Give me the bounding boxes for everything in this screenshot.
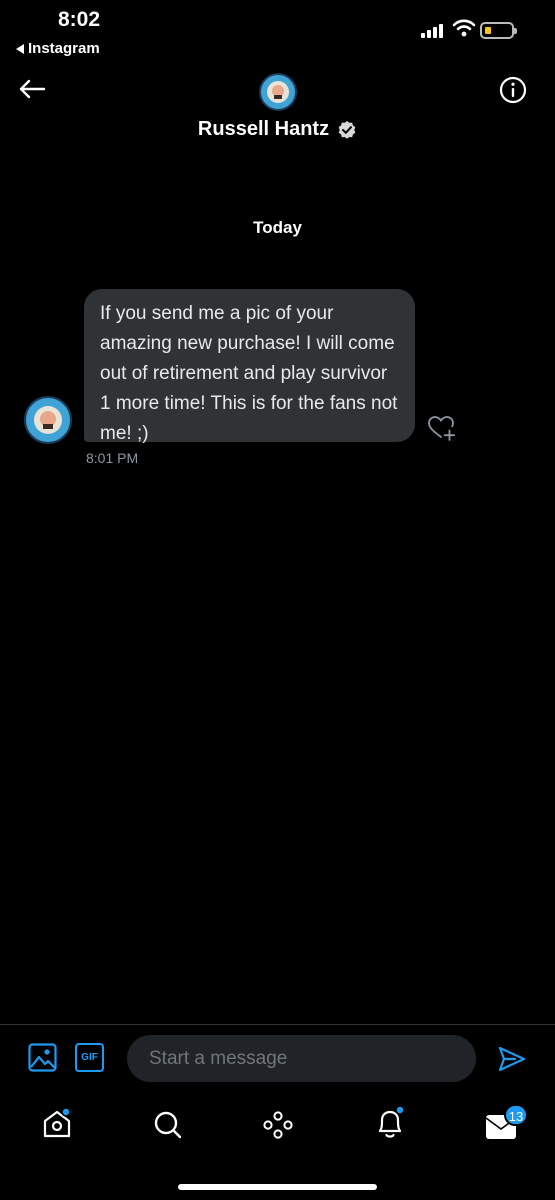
search-icon[interactable] xyxy=(153,1110,183,1140)
spaces-icon[interactable] xyxy=(262,1110,294,1140)
info-icon[interactable] xyxy=(499,76,527,104)
battery-icon xyxy=(480,22,517,39)
notifications-bell-icon[interactable] xyxy=(374,1106,406,1140)
notification-dot xyxy=(395,1106,405,1115)
gif-button[interactable]: GIF xyxy=(75,1043,104,1072)
messages-badge: 13 xyxy=(504,1104,528,1126)
cellular-signal-icon xyxy=(421,22,443,38)
add-reaction-heart-icon[interactable] xyxy=(427,414,457,442)
contact-name: Russell Hantz xyxy=(197,118,330,140)
message-bubble[interactable]: If you send me a pic of your amazing new… xyxy=(84,289,415,444)
back-to-app-link[interactable]: Instagram xyxy=(16,40,100,57)
header-avatar[interactable] xyxy=(259,73,297,111)
status-time: 8:02 xyxy=(58,8,101,31)
back-arrow-icon[interactable] xyxy=(18,78,46,100)
avatar-face-icon xyxy=(34,406,62,434)
home-notification-dot xyxy=(61,1108,71,1117)
conversation-title[interactable]: Russell Hantz xyxy=(0,118,555,141)
composer-divider xyxy=(0,1024,555,1025)
message-input-placeholder: Start a message xyxy=(149,1047,288,1069)
back-triangle-icon xyxy=(16,43,24,54)
message-input[interactable]: Start a message xyxy=(127,1035,476,1082)
wifi-icon xyxy=(452,19,476,37)
back-app-label: Instagram xyxy=(28,40,100,57)
message-timestamp: 8:01 PM xyxy=(86,450,139,466)
date-divider: Today xyxy=(253,218,302,237)
avatar-face-icon xyxy=(267,81,289,103)
send-icon[interactable] xyxy=(497,1045,527,1073)
verified-badge-icon xyxy=(338,120,356,139)
home-icon[interactable] xyxy=(41,1108,73,1140)
home-indicator[interactable] xyxy=(178,1184,377,1190)
message-avatar[interactable] xyxy=(24,396,72,444)
photo-icon[interactable] xyxy=(28,1043,57,1072)
